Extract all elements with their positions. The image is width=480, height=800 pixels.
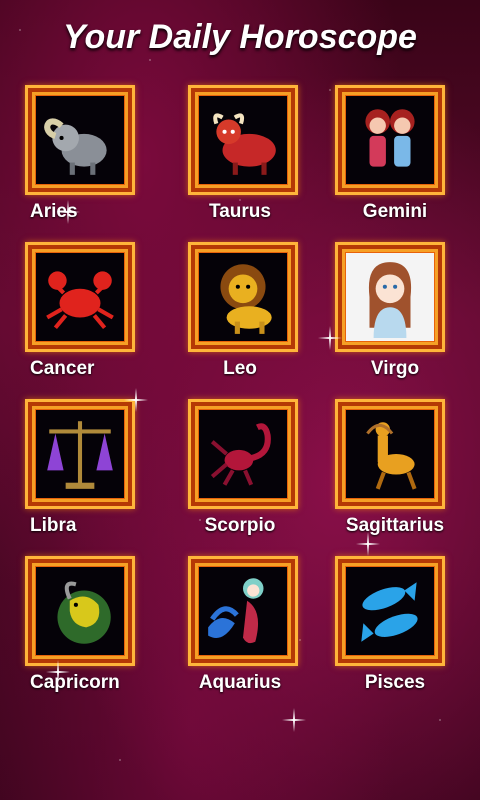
sign-frame — [335, 399, 445, 509]
sign-label: Gemini — [362, 201, 428, 222]
sign-frame — [25, 85, 135, 195]
sign-tile-leo[interactable]: Leo — [160, 242, 320, 399]
maiden-icon — [368, 262, 412, 338]
water-bearer-icon — [208, 578, 264, 644]
sign-tile-sagittarius[interactable]: Sagittarius — [320, 399, 480, 556]
sign-frame — [25, 399, 135, 509]
sign-label: Aquarius — [198, 672, 282, 693]
sign-label: Sagittarius — [345, 515, 445, 536]
sign-frame — [335, 242, 445, 352]
lion-icon — [220, 264, 272, 334]
sign-frame — [25, 242, 135, 352]
sign-tile-aquarius[interactable]: Aquarius — [160, 556, 320, 713]
sign-frame — [25, 556, 135, 666]
scorpion-icon — [210, 423, 271, 486]
sign-frame — [188, 399, 298, 509]
sign-frame — [335, 85, 445, 195]
sign-frame — [335, 556, 445, 666]
ram-icon — [44, 118, 107, 175]
sign-tile-virgo[interactable]: Virgo — [320, 242, 480, 399]
sign-frame — [188, 85, 298, 195]
sign-frame — [188, 242, 298, 352]
sign-tile-taurus[interactable]: Taurus — [160, 85, 320, 242]
fish-icon — [361, 582, 418, 642]
sign-tile-gemini[interactable]: Gemini — [320, 85, 480, 242]
bull-icon — [213, 113, 276, 175]
scales-icon — [47, 421, 113, 489]
twins-icon — [365, 109, 415, 167]
sign-tile-pisces[interactable]: Pisces — [320, 556, 480, 713]
goat-icon — [57, 581, 111, 644]
sign-tile-scorpio[interactable]: Scorpio — [160, 399, 320, 556]
page-title: Your Daily Horoscope — [63, 18, 417, 56]
sign-tile-capricorn[interactable]: Capricorn — [0, 556, 160, 713]
archer-icon — [366, 422, 417, 490]
sign-label: Pisces — [364, 672, 426, 693]
zodiac-grid: Aries Taurus Gemini Cancer Leo Virgo Lib… — [0, 85, 480, 713]
crab-icon — [46, 271, 114, 330]
sign-label: Leo — [223, 358, 257, 379]
sign-frame — [188, 556, 298, 666]
sign-label: Scorpio — [204, 515, 276, 536]
sign-tile-aries[interactable]: Aries — [0, 85, 160, 242]
sign-label: Taurus — [209, 201, 271, 222]
sign-label: Virgo — [370, 358, 420, 379]
sign-tile-cancer[interactable]: Cancer — [0, 242, 160, 399]
sign-tile-libra[interactable]: Libra — [0, 399, 160, 556]
